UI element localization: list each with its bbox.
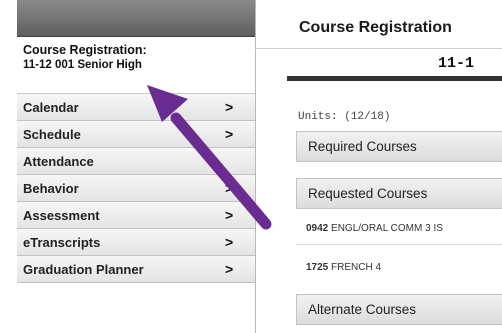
sidebar-header-subtitle: 11-12 001 Senior High xyxy=(23,59,142,71)
sidebar-item-label: eTranscripts xyxy=(23,234,101,250)
sidebar-header-title: Course Registration: xyxy=(23,43,147,57)
section-header-label: Required Courses xyxy=(308,139,417,154)
course-row[interactable]: 0942 ENGL/ORAL COMM 3 IS xyxy=(306,223,443,234)
course-name: FRENCH 4 xyxy=(331,262,382,273)
sidebar-item-attendance[interactable]: Attendance xyxy=(17,148,255,175)
sidebar-item-graduation-planner[interactable]: Graduation Planner > xyxy=(17,256,255,283)
sidebar-item-label: Graduation Planner xyxy=(23,261,144,277)
header-divider xyxy=(255,48,502,49)
sidebar-item-label: Behavior xyxy=(23,180,79,196)
section-header-label: Requested Courses xyxy=(308,186,428,201)
sidebar-item-label: Schedule xyxy=(23,126,81,142)
chevron-right-icon: > xyxy=(225,234,234,250)
course-divider xyxy=(296,244,502,245)
chevron-right-icon: > xyxy=(225,99,234,115)
required-courses-header[interactable]: Required Courses xyxy=(296,131,502,162)
section-rule xyxy=(287,76,502,81)
course-row[interactable]: 1725 FRENCH 4 xyxy=(306,262,381,273)
sidebar-item-label: Assessment xyxy=(23,207,100,223)
course-code: 1725 xyxy=(306,262,329,273)
units-counter: Units: (12/18) xyxy=(298,111,391,123)
sidebar-item-label: Calendar xyxy=(23,99,79,115)
sidebar-item-label: Attendance xyxy=(23,153,94,169)
sidebar-item-assessment[interactable]: Assessment > xyxy=(17,202,255,229)
course-name: ENGL/ORAL COMM 3 IS xyxy=(331,223,443,234)
school-year-label: 11-1 xyxy=(438,55,475,72)
section-header-label: Alternate Courses xyxy=(308,302,417,317)
sidebar-item-etranscripts[interactable]: eTranscripts > xyxy=(17,229,255,256)
chevron-right-icon: > xyxy=(225,126,234,142)
requested-courses-header[interactable]: Requested Courses xyxy=(296,178,502,209)
alternate-courses-header[interactable]: Alternate Courses xyxy=(296,294,502,325)
sidebar-top-bar xyxy=(17,0,255,37)
chevron-right-icon: > xyxy=(225,261,234,277)
page-title: Course Registration xyxy=(299,19,452,36)
course-code: 0942 xyxy=(306,223,329,234)
sidebar-item-behavior[interactable]: Behavior > xyxy=(17,175,255,202)
sidebar: Course Registration: 11-12 001 Senior Hi… xyxy=(17,0,256,333)
chevron-right-icon: > xyxy=(225,180,234,196)
sidebar-item-schedule[interactable]: Schedule > xyxy=(17,121,255,148)
sidebar-header: Course Registration: 11-12 001 Senior Hi… xyxy=(17,37,255,94)
chevron-right-icon: > xyxy=(225,207,234,223)
sidebar-item-calendar[interactable]: Calendar > xyxy=(17,94,255,121)
